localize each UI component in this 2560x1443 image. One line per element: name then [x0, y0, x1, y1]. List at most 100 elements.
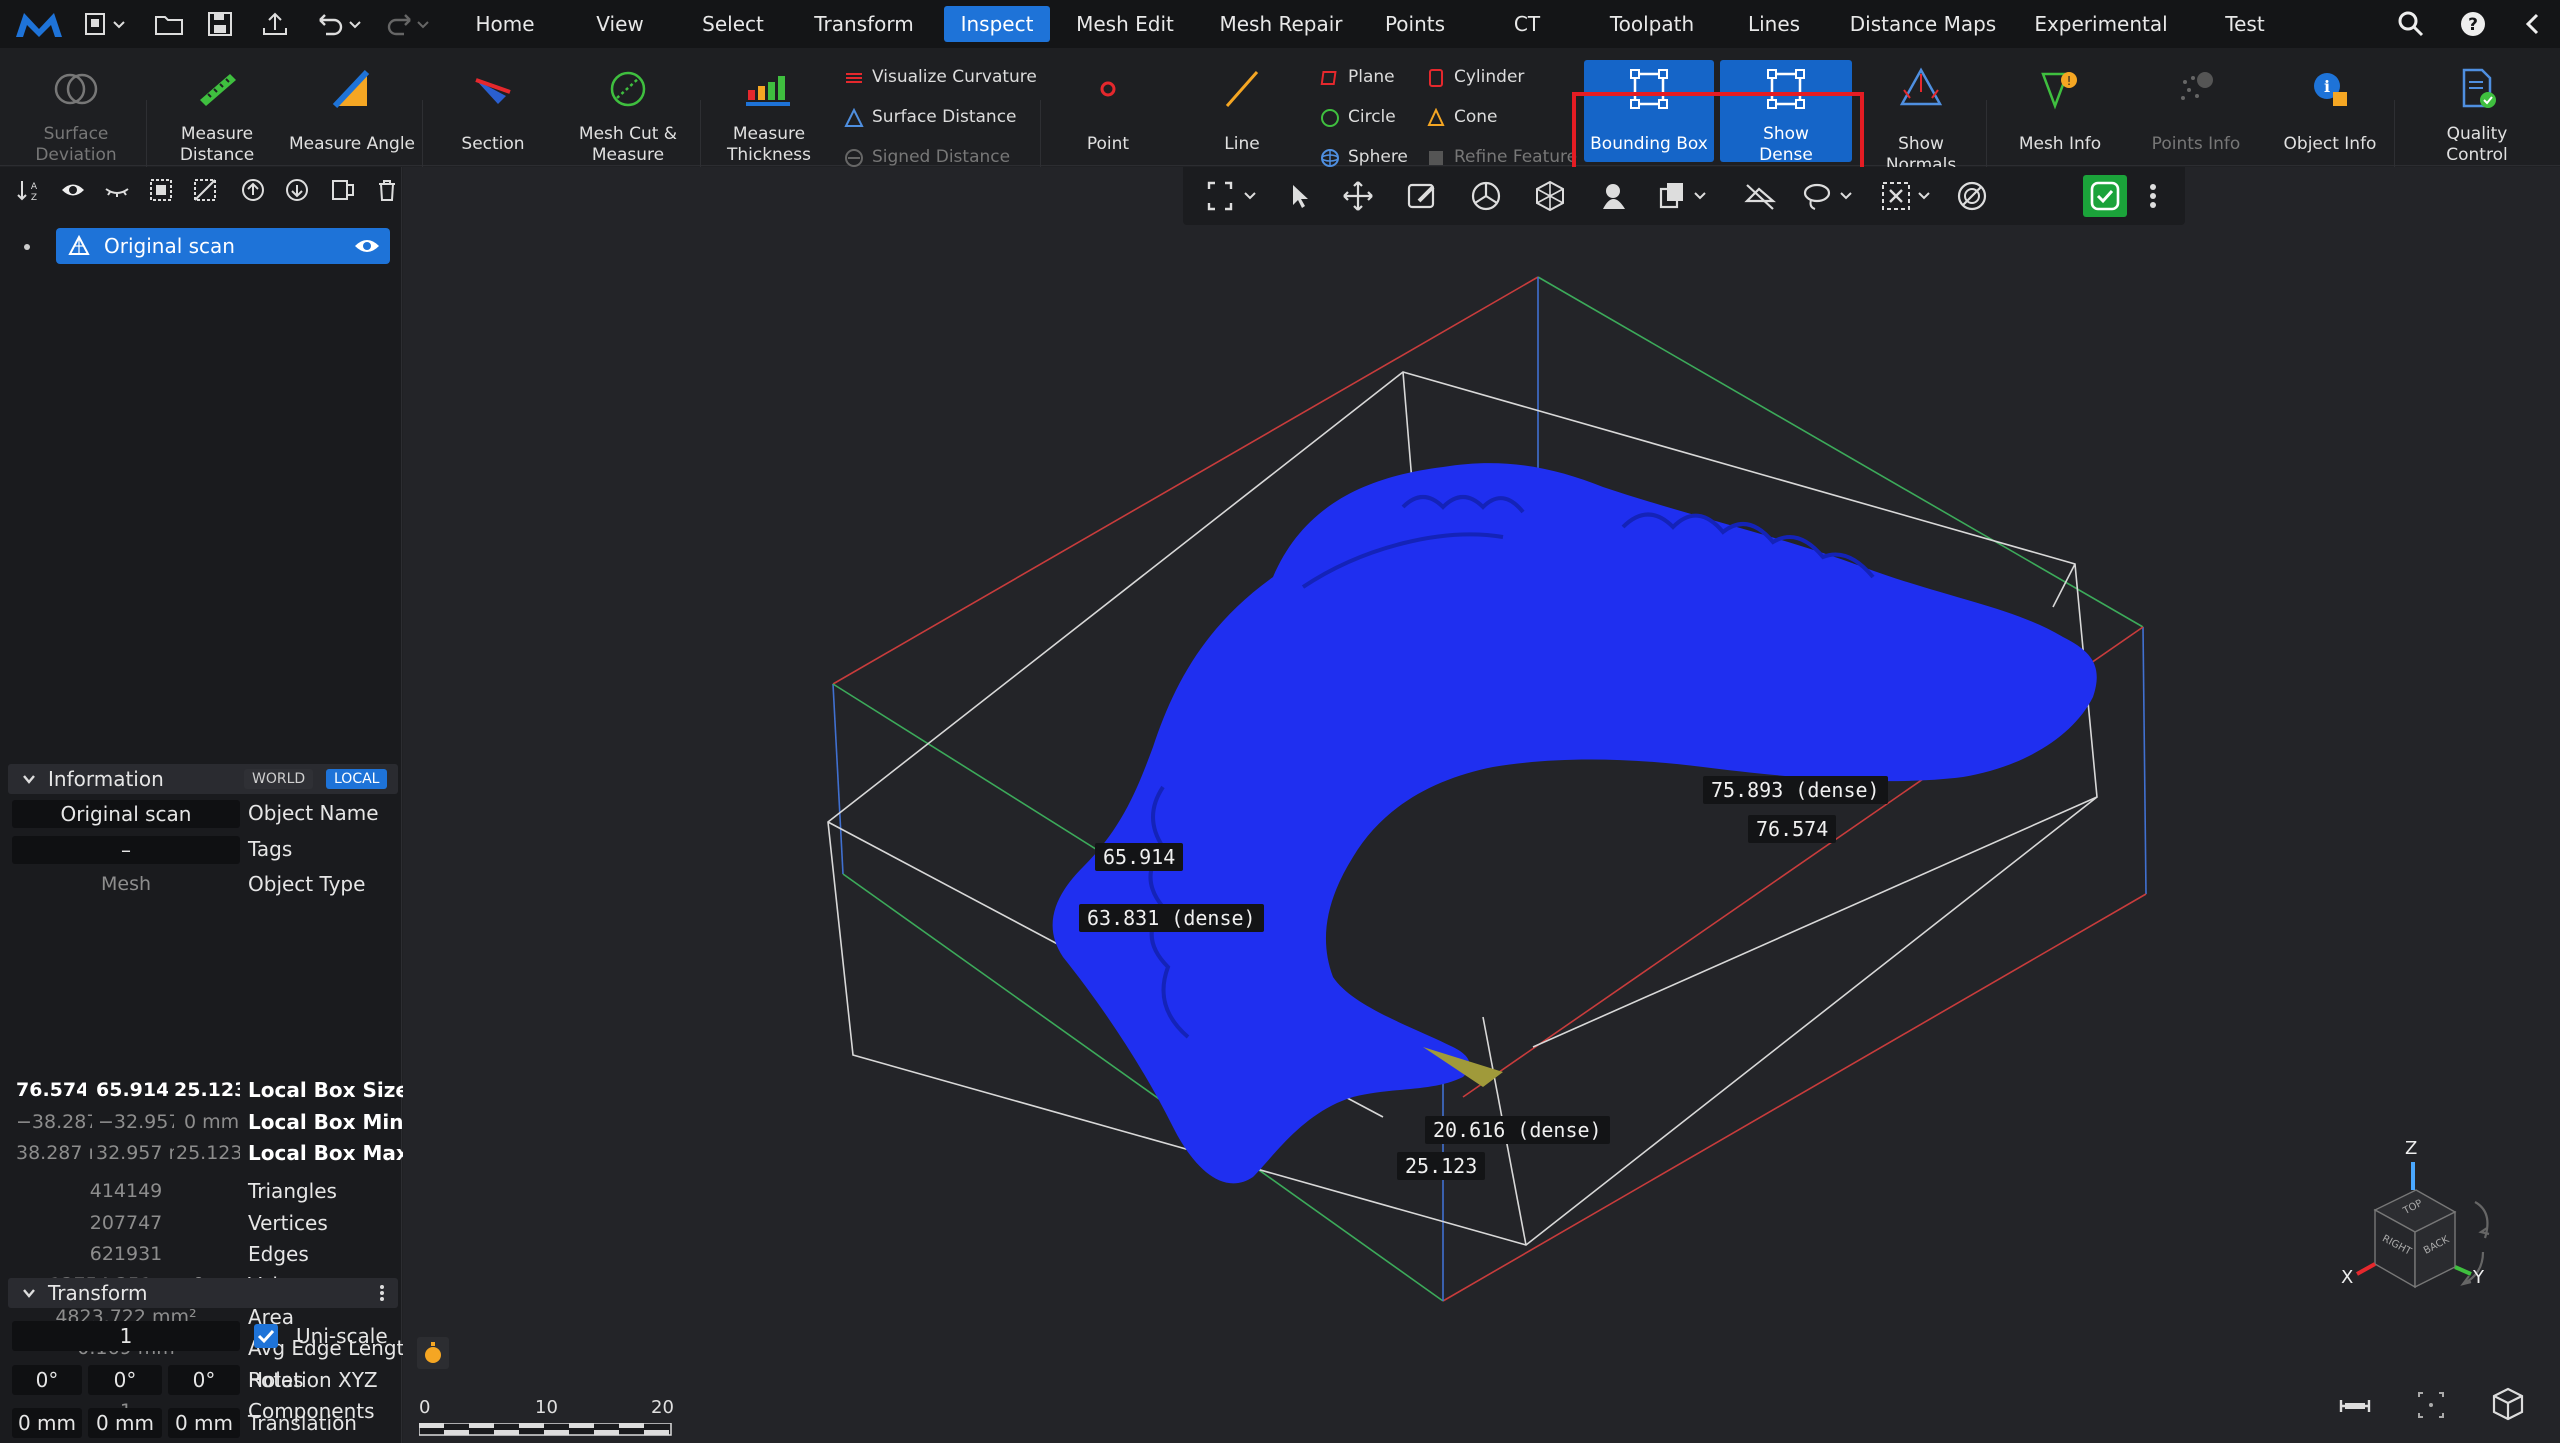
- app-logo-icon[interactable]: [12, 7, 66, 43]
- tab-lines[interactable]: Lines: [1742, 6, 1806, 42]
- split-view-icon[interactable]: [330, 177, 356, 203]
- tab-experimental[interactable]: Experimental: [2030, 6, 2172, 42]
- stopwatch-icon[interactable]: [417, 1337, 449, 1369]
- measure-distance-label: Measure Distance: [179, 124, 255, 165]
- chevron-down-icon: [23, 1289, 35, 1298]
- tab-ct[interactable]: CT: [1502, 6, 1552, 42]
- cylinder-button[interactable]: Cylinder: [1426, 62, 1524, 92]
- information-title: Information: [48, 767, 164, 791]
- depth-local-label: 65.914: [1095, 843, 1184, 871]
- translation-y-input[interactable]: 0 mm: [88, 1408, 162, 1438]
- delete-trash-icon[interactable]: [374, 177, 400, 203]
- open-folder-icon[interactable]: [152, 8, 186, 40]
- save-icon[interactable]: [204, 8, 238, 40]
- export-icon[interactable]: [258, 8, 292, 40]
- collapse-ribbon-icon[interactable]: [2518, 9, 2548, 39]
- redo-icon[interactable]: [380, 8, 434, 40]
- info-value: −32.957: [98, 1111, 174, 1133]
- plane-button[interactable]: Plane: [1320, 62, 1395, 92]
- object-info-icon: i: [2314, 73, 2347, 106]
- hide-all-icon[interactable]: [104, 177, 130, 203]
- tab-inspect[interactable]: Inspect: [944, 6, 1050, 42]
- tab-transform[interactable]: Transform: [804, 6, 924, 42]
- tab-home[interactable]: Home: [460, 6, 550, 42]
- surface-distance-button[interactable]: Surface Distance: [844, 102, 1017, 132]
- help-icon[interactable]: ?: [2458, 9, 2488, 39]
- tab-mesh-edit[interactable]: Mesh Edit: [1068, 6, 1182, 42]
- visibility-eye-icon[interactable]: [354, 236, 380, 256]
- cone-button[interactable]: Cone: [1426, 102, 1498, 132]
- 3d-viewport[interactable]: 75.893 (dense) 76.574 65.914 63.831 (den…: [403, 167, 2560, 1443]
- scene-canvas[interactable]: [403, 167, 2560, 1443]
- rotation-y-input[interactable]: 0°: [88, 1365, 162, 1395]
- uni-scale-checkbox[interactable]: [254, 1324, 278, 1348]
- information-section-header[interactable]: Information WORLD LOCAL: [8, 764, 398, 794]
- show-normals-button[interactable]: Show Normals: [1862, 60, 1980, 175]
- tab-mesh-repair[interactable]: Mesh Repair: [1206, 6, 1356, 42]
- world-toggle[interactable]: WORLD: [244, 769, 314, 789]
- points-info-button[interactable]: Points Info: [2138, 60, 2254, 162]
- search-icon[interactable]: [2396, 9, 2426, 39]
- svg-text:Z: Z: [31, 193, 37, 203]
- thickness-icon: [746, 76, 790, 106]
- visualize-curvature-button[interactable]: Visualize Curvature: [844, 62, 1037, 92]
- transform-section-header[interactable]: Transform: [8, 1278, 398, 1308]
- svg-text:i: i: [2324, 77, 2330, 96]
- dental-scan-mesh: [1052, 463, 2097, 1184]
- tags-field[interactable]: –: [12, 836, 240, 864]
- tab-points[interactable]: Points: [1376, 6, 1454, 42]
- surface-deviation-button[interactable]: Surface Deviation: [8, 60, 144, 165]
- sort-az-icon[interactable]: AZ: [16, 177, 42, 203]
- visualize-curvature-label: Visualize Curvature: [872, 67, 1037, 87]
- depth-dense-label: 63.831 (dense): [1079, 904, 1264, 932]
- info-key: Vertices: [248, 1211, 328, 1235]
- deselect-icon[interactable]: [192, 177, 218, 203]
- perspective-cube-icon[interactable]: [2489, 1385, 2527, 1423]
- quality-control-report-button[interactable]: Quality Control Report: [2406, 60, 2548, 186]
- measure-distance-button[interactable]: Measure Distance: [154, 60, 280, 165]
- orientation-gizmo[interactable]: Z X Y TOP RIGHT BACK: [2303, 1138, 2543, 1322]
- more-options-icon[interactable]: [378, 1284, 386, 1302]
- chevron-down-icon: [23, 775, 35, 784]
- measure-thickness-button[interactable]: Measure Thickness: [710, 60, 828, 165]
- rotation-z-input[interactable]: 0°: [168, 1365, 240, 1395]
- plane-icon: [1320, 71, 1337, 85]
- width-local-label: 76.574: [1748, 815, 1837, 843]
- circle-button[interactable]: Circle: [1320, 102, 1396, 132]
- translation-x-input[interactable]: 0 mm: [12, 1408, 82, 1438]
- select-all-icon[interactable]: [148, 177, 174, 203]
- cylinder-label: Cylinder: [1454, 67, 1525, 87]
- mesh-cut-measure-button[interactable]: Mesh Cut & Measure: [562, 60, 694, 165]
- mesh-info-button[interactable]: ! Mesh Info: [2002, 60, 2118, 162]
- local-toggle[interactable]: LOCAL: [326, 769, 388, 789]
- scale-input[interactable]: 1: [12, 1321, 240, 1351]
- line-button[interactable]: Line: [1184, 60, 1300, 162]
- tab-view[interactable]: View: [580, 6, 660, 42]
- object-name-field[interactable]: Original scan: [12, 800, 240, 828]
- tab-test[interactable]: Test: [2214, 6, 2276, 42]
- tree-item-original-scan[interactable]: Original scan: [56, 228, 390, 264]
- camera-pivot-icon[interactable]: [2413, 1387, 2449, 1423]
- show-all-eye-icon[interactable]: [60, 177, 86, 203]
- undo-icon[interactable]: [312, 8, 366, 40]
- translation-z-input[interactable]: 0 mm: [168, 1408, 240, 1438]
- point-button[interactable]: Point: [1050, 60, 1166, 162]
- points-info-icon: [2181, 72, 2213, 100]
- rotation-x-input[interactable]: 0°: [12, 1365, 82, 1395]
- scale-tick-label: 0: [419, 1397, 431, 1418]
- tab-select[interactable]: Select: [690, 6, 776, 42]
- new-scene-icon[interactable]: [82, 8, 132, 40]
- tab-toolpath[interactable]: Toolpath: [1596, 6, 1708, 42]
- measure-scale-icon[interactable]: [2337, 1391, 2373, 1421]
- tab-distance-maps[interactable]: Distance Maps: [1846, 6, 2000, 42]
- object-info-button[interactable]: i Object Info: [2272, 60, 2388, 162]
- move-up-icon[interactable]: [240, 177, 266, 203]
- tree-expand-bullet[interactable]: [24, 244, 30, 250]
- height-dense-label: 20.616 (dense): [1425, 1116, 1610, 1144]
- section-button[interactable]: Section: [432, 60, 554, 162]
- info-key: Local Box Max: [248, 1141, 409, 1165]
- move-down-icon[interactable]: [284, 177, 310, 203]
- surface-distance-icon: [844, 108, 864, 127]
- measure-angle-button[interactable]: Measure Angle: [288, 60, 416, 162]
- normals-icon: [1899, 67, 1943, 106]
